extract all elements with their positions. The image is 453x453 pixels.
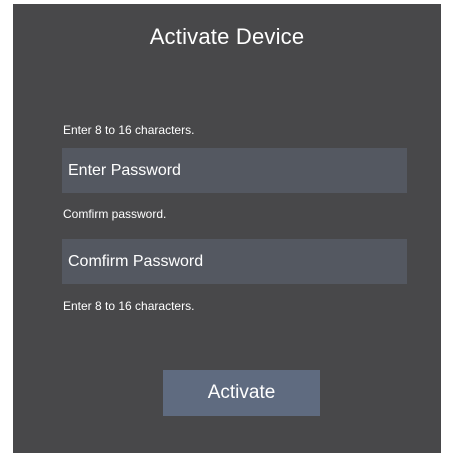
activate-device-dialog: Activate Device Enter 8 to 16 characters… (13, 4, 441, 453)
password-field[interactable] (62, 148, 407, 193)
activate-button[interactable]: Activate (163, 370, 320, 416)
dialog-title: Activate Device (149, 24, 305, 49)
confirm-password-hint: Comfirm password. (63, 207, 167, 221)
confirm-password-field[interactable] (62, 239, 407, 284)
password-length-hint: Enter 8 to 16 characters. (63, 299, 195, 313)
password-hint: Enter 8 to 16 characters. (63, 123, 195, 137)
